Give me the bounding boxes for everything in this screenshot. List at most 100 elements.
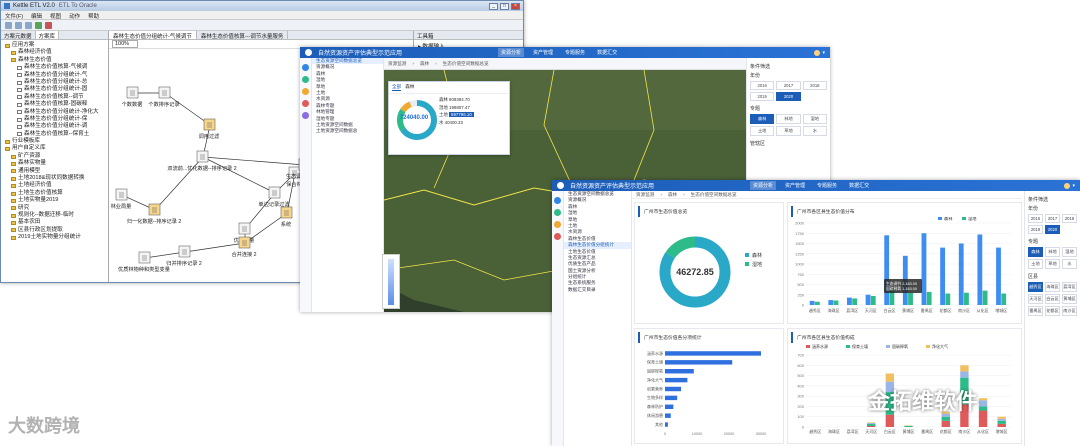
year-chip[interactable]: 2016 — [750, 81, 775, 90]
nav-resource-analysis[interactable]: 资源分析 — [750, 181, 777, 190]
year-chip[interactable]: 2017 — [776, 81, 801, 90]
mineral-icon[interactable] — [302, 100, 309, 107]
flow-step[interactable]: 个数排序记录 — [148, 86, 180, 108]
flow-step[interactable]: 调用过滤 — [199, 118, 221, 140]
year-chip[interactable]: 2020 — [1045, 225, 1060, 234]
menu-action[interactable]: 动作 — [69, 12, 80, 20]
land-icon[interactable] — [554, 221, 561, 228]
district-chip[interactable]: 黄埔区 — [1062, 294, 1077, 304]
open-icon[interactable] — [15, 21, 22, 29]
district-chip[interactable]: 花都区 — [1045, 306, 1060, 316]
flow-step[interactable]: 归并排序记录 2 — [166, 245, 202, 267]
tree-item[interactable]: 土地经济价值 — [1, 182, 108, 189]
type-chip[interactable]: 草地 — [1045, 259, 1060, 269]
district-chip[interactable]: 越秀区 — [1028, 282, 1043, 292]
popup-tab-forest[interactable]: 森林 — [405, 84, 414, 91]
land-icon[interactable] — [302, 88, 309, 95]
district-chip[interactable]: 海珠区 — [1045, 282, 1060, 292]
nav-data-exchange[interactable]: 数据汇交 — [846, 181, 872, 190]
new-icon[interactable] — [5, 21, 12, 29]
forest-icon[interactable] — [302, 76, 309, 83]
district-chip[interactable]: 南沙区 — [1062, 306, 1077, 316]
flow-step[interactable]: 林业局量 — [111, 188, 132, 210]
tab-canvas-2[interactable]: 森林生态价值核算---调节水量服务 — [197, 31, 289, 40]
type-chip[interactable]: 水 — [1062, 259, 1077, 269]
tab-canvas-1[interactable]: 森林生态价值分组统计-气候调节 — [109, 31, 197, 40]
type-chip[interactable]: 森林 — [750, 114, 775, 124]
menu-file[interactable]: 文件(F) — [5, 12, 23, 20]
year-chip[interactable]: 2020 — [776, 92, 801, 101]
year-chip[interactable]: 2016 — [1028, 214, 1043, 223]
tree-item[interactable]: 森林生态价值核算-固碳释 — [1, 101, 108, 108]
year-chip[interactable]: 2017 — [1045, 214, 1060, 223]
overview-icon[interactable] — [302, 64, 309, 71]
tab-repository[interactable]: 方案库 — [35, 31, 60, 40]
tree-item[interactable]: 通用模型 — [1, 168, 108, 175]
menu-edit[interactable]: 编辑 — [31, 12, 42, 20]
sidebar-menu-item[interactable]: 土地资源空间数据总 — [312, 128, 383, 134]
forest-icon[interactable] — [554, 209, 561, 216]
y-tick-label: 1000 — [795, 262, 805, 267]
type-chip[interactable]: 土地 — [750, 126, 775, 136]
tree-item[interactable]: 森林生态价值分组统计-净化大 — [1, 109, 108, 116]
type-chip[interactable]: 土地 — [1028, 259, 1043, 269]
nav-asset-management[interactable]: 资产管理 — [530, 48, 556, 57]
nav-data-exchange[interactable]: 数据汇交 — [594, 48, 620, 57]
popup-tab-all[interactable]: 全部 — [392, 84, 402, 91]
flow-step[interactable]: 双流前...优化数据--排序记录 2 — [167, 150, 237, 172]
stack-card-title: 广州市各区县生态价值构成 — [791, 332, 1021, 343]
tree-item[interactable]: 森林生态价值分组统计-调 — [1, 123, 108, 130]
tree-item[interactable]: 森林生态价值分组统计-气 — [1, 72, 108, 79]
minimize-button[interactable]: _ — [489, 2, 498, 10]
tab-metadata[interactable]: 方案元数据 — [1, 31, 36, 40]
save-icon[interactable] — [25, 21, 32, 29]
menu-view[interactable]: 视图 — [50, 12, 61, 20]
flow-step[interactable]: 归一化数据--排序记录 2 — [127, 203, 182, 225]
tree-item[interactable]: 森林实物量 — [1, 160, 108, 167]
nav-thematic-service[interactable]: 专题服务 — [814, 181, 840, 190]
folder-icon — [11, 58, 16, 63]
user-menu[interactable]: ▾ — [1064, 182, 1075, 189]
type-chip[interactable]: 湿地 — [802, 114, 827, 124]
year-chip[interactable]: 2019 — [1028, 225, 1043, 234]
type-chip[interactable]: 水 — [802, 126, 827, 136]
overview-icon[interactable] — [554, 197, 561, 204]
district-chip[interactable]: 番禺区 — [1028, 306, 1043, 316]
district-chip[interactable]: 白云区 — [1045, 294, 1060, 304]
tree-item[interactable]: 2019土地实物量分组统计 — [1, 234, 108, 241]
type-chip[interactable]: 林地 — [776, 114, 801, 124]
tree-item[interactable]: 森林生态价值核算-气候调 — [1, 64, 108, 71]
stop-icon[interactable] — [45, 21, 52, 29]
tree-item[interactable]: 土地实物量2019 — [1, 197, 108, 204]
tree-item[interactable]: 用户自定义库 — [1, 145, 108, 152]
maximize-button[interactable]: □ — [500, 2, 509, 10]
type-chip[interactable]: 森林 — [1028, 247, 1043, 257]
flow-step[interactable]: 单边记录过滤 — [258, 186, 290, 208]
nav-thematic-service[interactable]: 专题服务 — [562, 48, 588, 57]
menu-help[interactable]: 帮助 — [88, 12, 99, 20]
type-chip[interactable]: 草地 — [776, 126, 801, 136]
run-icon[interactable] — [35, 21, 42, 29]
tree-item[interactable]: 研究 — [1, 205, 108, 212]
nav-asset-management[interactable]: 资产管理 — [782, 181, 808, 190]
mineral-icon[interactable] — [554, 233, 561, 240]
water-icon[interactable] — [302, 112, 309, 119]
year-chip[interactable]: 2018 — [802, 81, 827, 90]
year-chip[interactable]: 2018 — [1062, 214, 1077, 223]
close-button[interactable]: × — [511, 2, 520, 10]
tree-item[interactable]: 基本农田 — [1, 219, 108, 226]
type-chip[interactable]: 林地 — [1045, 247, 1060, 257]
type-chip[interactable]: 湿地 — [1062, 247, 1077, 257]
user-menu[interactable]: ▾ — [814, 49, 825, 56]
zoom-select[interactable]: 100% — [112, 40, 139, 48]
flow-step[interactable]: 个数数据 — [122, 86, 143, 108]
nav-resource-analysis[interactable]: 资源分析 — [498, 48, 525, 57]
tree-item[interactable]: 森林生态价值分组统计-固 — [1, 86, 108, 93]
tree-item[interactable]: 森林生态价值核算--保育土 — [1, 131, 108, 138]
district-chip[interactable]: 天河区 — [1028, 294, 1043, 304]
district-chip[interactable]: 荔湾区 — [1062, 282, 1077, 292]
flow-step[interactable]: 系统 — [280, 206, 293, 228]
year-chip[interactable]: 2019 — [750, 92, 775, 101]
tree-item[interactable]: 森林经济价值 — [1, 49, 108, 56]
sidebar-menu-item[interactable]: 数据汇交目录 — [564, 287, 631, 293]
